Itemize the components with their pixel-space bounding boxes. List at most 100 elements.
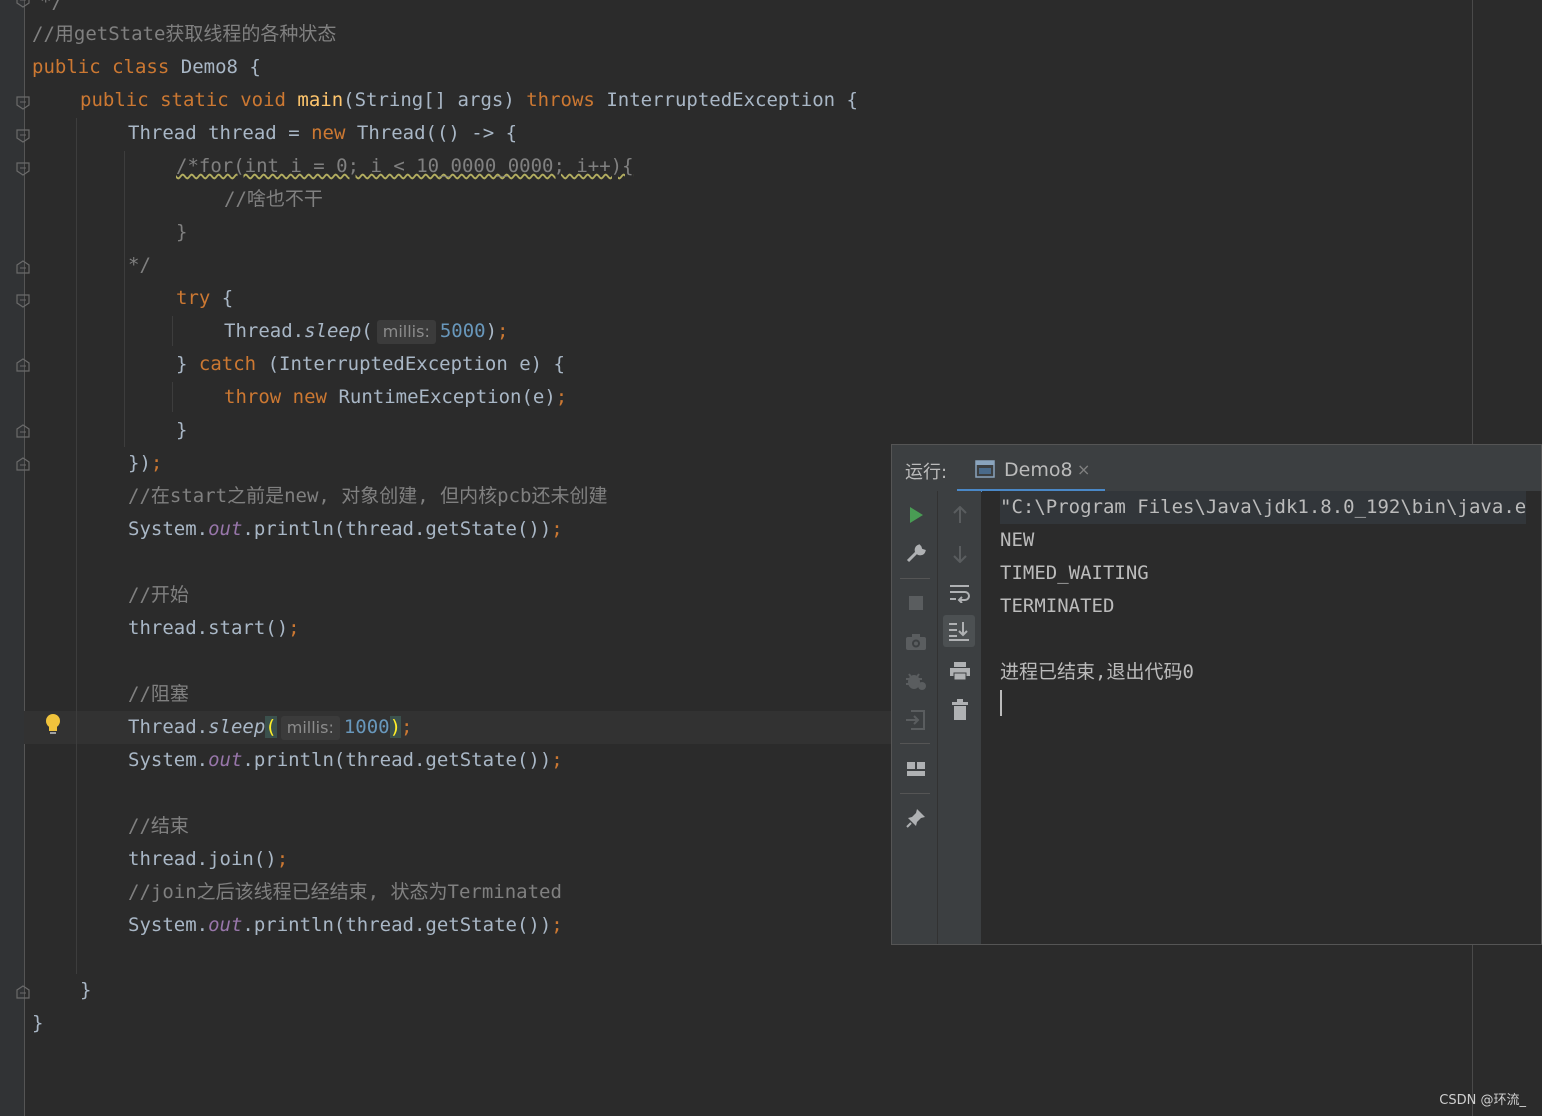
code-line-7[interactable]: //啥也不干 [224, 183, 323, 216]
soft-wrap-icon[interactable] [945, 578, 975, 608]
fold-marker-icon[interactable] [16, 0, 30, 8]
exception-type: InterruptedException [606, 89, 836, 111]
stop-icon[interactable] [901, 588, 931, 618]
indent-guide [76, 118, 77, 974]
fold-end-icon[interactable] [16, 358, 30, 372]
wrench-icon[interactable] [901, 539, 931, 569]
fold-marker-icon[interactable] [16, 294, 30, 308]
method-name: main [297, 89, 344, 111]
fold-marker-icon[interactable] [16, 162, 30, 176]
code-line-10[interactable]: try { [176, 282, 233, 315]
console-line: NEW [1000, 529, 1035, 551]
code-line-16[interactable]: //在start之前是new, 对象创建, 但内核pcb还未创建 [128, 480, 607, 513]
code-line-6[interactable]: /*for(int i = 0; i < 10_0000_0000; i++){ [176, 150, 634, 183]
code-line-22[interactable]: //阻塞 [128, 678, 189, 711]
scroll-to-end-icon[interactable] [943, 615, 975, 647]
variable: thread [208, 122, 277, 144]
fold-end-icon[interactable] [16, 424, 30, 438]
code-line-13[interactable]: throw new RuntimeException(e); [224, 381, 567, 414]
code-line-29[interactable]: System.out.println(thread.getState()); [128, 909, 563, 942]
semicolon: ; [276, 848, 289, 870]
parameter-hint: millis: [280, 716, 340, 740]
semicolon: ; [555, 386, 568, 408]
semicolon: ; [551, 914, 563, 936]
operator: = [288, 122, 300, 144]
code-line-20[interactable]: thread.start(); [128, 612, 300, 645]
comment: */ [128, 254, 151, 276]
class-ref: System. [128, 518, 209, 540]
fold-end-icon[interactable] [16, 260, 30, 274]
code-line-11[interactable]: Thread.sleep(millis: 5000); [224, 315, 509, 348]
comment: //用getState获取线程的各种状态 [32, 23, 337, 45]
down-arrow-icon[interactable] [945, 539, 975, 569]
console-line: TERMINATED [1000, 595, 1115, 617]
keyword: throw [224, 386, 282, 408]
brace: } [176, 419, 188, 441]
up-arrow-icon[interactable] [945, 500, 975, 530]
code-line-14[interactable]: } [176, 414, 187, 447]
comment: } [176, 221, 188, 243]
run-toolbar-left [892, 491, 938, 944]
code-line-5[interactable]: Thread thread = new Thread(() -> { [128, 117, 517, 150]
catch-clause: (InterruptedException e) { [267, 353, 565, 375]
code-line-9[interactable]: */ [128, 249, 151, 282]
method-call: .println(thread.getState()) [242, 749, 552, 771]
comment: */ [40, 0, 63, 13]
code-line-15[interactable]: }); [128, 447, 162, 480]
tab-demo8[interactable]: Demo8 × [957, 449, 1105, 492]
statement: thread.join() [128, 848, 277, 870]
brace: { [249, 56, 261, 78]
pin-icon[interactable] [901, 803, 931, 833]
code-line-1[interactable]: */ [40, 0, 63, 19]
class-ref: Thread. [224, 320, 305, 342]
code-line-23[interactable]: Thread.sleep(millis: 1000); [128, 711, 413, 744]
code-line-2[interactable]: //用getState获取线程的各种状态 [32, 18, 336, 51]
code-line-28[interactable]: //join之后该线程已经结束, 状态为Terminated [128, 876, 562, 909]
trash-icon[interactable] [945, 695, 975, 725]
class-ref: Thread. [128, 716, 209, 738]
lightbulb-icon[interactable] [44, 713, 62, 737]
close-icon[interactable]: × [1077, 460, 1090, 479]
debug-icon[interactable] [901, 666, 931, 696]
code-line-32[interactable]: } [32, 1007, 43, 1040]
fold-marker-icon[interactable] [16, 96, 30, 110]
run-toolbar-right [938, 491, 981, 944]
method-name: sleep [208, 716, 266, 738]
brace: } [80, 979, 92, 1001]
print-icon[interactable] [945, 656, 975, 686]
parameter-hint: millis: [376, 320, 436, 344]
static-field: out [208, 914, 243, 936]
layout-icon[interactable] [901, 754, 931, 784]
code-line-17[interactable]: System.out.println(thread.getState()); [128, 513, 563, 546]
camera-icon[interactable] [901, 627, 931, 657]
keyword: new [311, 122, 346, 144]
keyword: catch [198, 353, 257, 375]
type: Thread [128, 122, 197, 144]
brace: } [32, 1012, 44, 1034]
code-line-31[interactable]: } [80, 974, 91, 1007]
keyword: new [292, 386, 327, 408]
code-line-27[interactable]: thread.join(); [128, 843, 288, 876]
code-line-19[interactable]: //开始 [128, 579, 189, 612]
constructor-call: RuntimeException(e) [338, 386, 556, 408]
comment: //啥也不干 [224, 188, 323, 210]
exit-icon[interactable] [901, 705, 931, 735]
code-line-4[interactable]: public static void main(String[] args) t… [80, 84, 858, 117]
fold-marker-icon[interactable] [16, 129, 30, 143]
semicolon: ; [497, 320, 509, 342]
run-icon[interactable] [901, 500, 931, 530]
constructor-call: Thread(() -> { [356, 122, 518, 144]
code-line-26[interactable]: //结束 [128, 810, 189, 843]
static-field: out [208, 518, 243, 540]
code-line-3[interactable]: public class Demo8 { [32, 51, 261, 84]
fold-end-icon[interactable] [16, 457, 30, 471]
console-output[interactable]: "C:\Program Files\Java\jdk1.8.0_192\bin\… [982, 491, 1541, 944]
code-line-24[interactable]: System.out.println(thread.getState()); [128, 744, 563, 777]
code-line-12[interactable]: } catch (InterruptedException e) { [176, 348, 565, 381]
class-name: Demo8 [180, 56, 238, 78]
brace: } [176, 353, 188, 375]
fold-end-icon[interactable] [16, 985, 30, 999]
console-tab-icon [975, 460, 995, 478]
class-ref: System. [128, 749, 209, 771]
code-line-8[interactable]: } [176, 216, 187, 249]
